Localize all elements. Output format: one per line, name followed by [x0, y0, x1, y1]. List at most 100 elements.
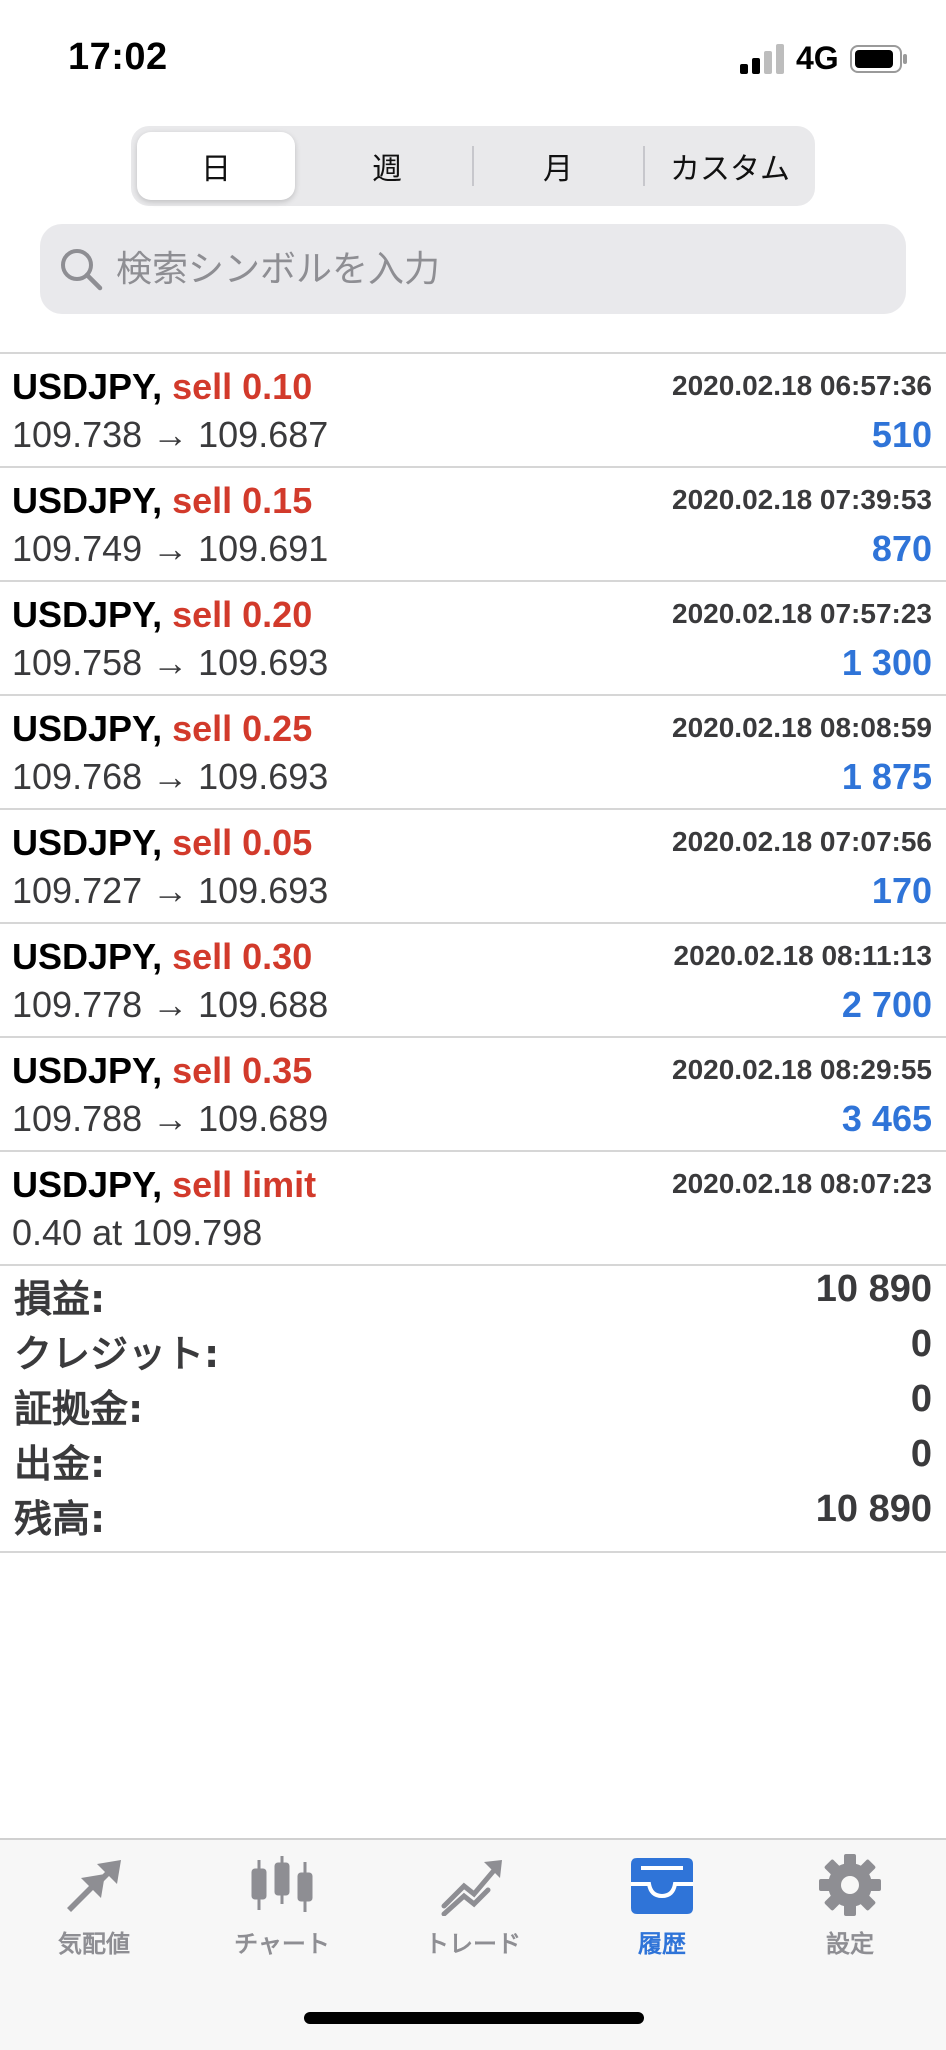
- status-time: 17:02: [68, 36, 168, 78]
- trade-symbol: USDJPY, sell 0.10: [12, 366, 312, 408]
- segment-divider: [643, 146, 645, 186]
- trade-symbol: USDJPY, sell 0.15: [12, 480, 312, 522]
- trade-profit: 1 300: [841, 642, 932, 683]
- trade-history-list: USDJPY, sell 0.10 2020.02.18 06:57:36 10…: [0, 352, 946, 1266]
- trade-row[interactable]: USDJPY, sell 0.30 2020.02.18 08:11:13 10…: [0, 924, 946, 1038]
- trade-time: 2020.02.18 08:08:59: [672, 712, 932, 743]
- trade-prices: 109.768 → 109.693: [12, 756, 329, 797]
- trade-prices: 109.749 → 109.691: [12, 528, 329, 569]
- trade-symbol: USDJPY, sell 0.05: [12, 822, 312, 864]
- trade-symbol: USDJPY, sell 0.25: [12, 708, 312, 750]
- trade-symbol: USDJPY, sell 0.35: [12, 1050, 312, 1092]
- summary-profit: 損益: 10 890: [0, 1262, 946, 1321]
- period-segmented-control: 日 週 月 カスタム: [131, 126, 815, 206]
- history-tray-icon: [631, 1858, 693, 1914]
- symbol-name: USDJPY,: [12, 708, 163, 749]
- quotes-icon: [67, 1860, 121, 1912]
- trade-time: 2020.02.18 08:07:23: [672, 1168, 932, 1199]
- summary-label: 損益:: [14, 1277, 106, 1321]
- tab-chart[interactable]: チャート: [202, 1854, 362, 1974]
- segment-divider: [472, 146, 474, 186]
- trade-prices: 109.778 → 109.688: [12, 984, 329, 1025]
- trade-side: sell 0.05: [172, 822, 313, 863]
- trade-side: sell 0.10: [172, 366, 313, 407]
- trade-side: sell 0.15: [172, 480, 313, 521]
- trade-time: 2020.02.18 08:11:13: [673, 940, 932, 971]
- trade-row[interactable]: USDJPY, sell 0.15 2020.02.18 07:39:53 10…: [0, 468, 946, 582]
- trade-side: sell limit: [172, 1164, 317, 1205]
- tab-quotes[interactable]: 気配値: [14, 1854, 174, 1974]
- order-volume-price: 0.40 at 109.798: [12, 1212, 263, 1253]
- tab-label: 気配値: [58, 1930, 130, 1958]
- summary-value: 0: [910, 1323, 932, 1365]
- trade-prices: 109.727 → 109.693: [12, 870, 329, 911]
- battery-icon: [850, 45, 907, 73]
- symbol-name: USDJPY,: [12, 1164, 163, 1205]
- trade-time: 2020.02.18 07:57:23: [672, 598, 932, 629]
- summary-withdrawal: 出金: 0: [0, 1427, 946, 1486]
- summary-value: 10 890: [815, 1488, 932, 1530]
- trade-side: sell 0.25: [172, 708, 313, 749]
- status-bar: 17:02 4G: [0, 0, 946, 110]
- summary-credit: クレジット: 0: [0, 1317, 946, 1376]
- trade-row[interactable]: USDJPY, sell 0.25 2020.02.18 08:08:59 10…: [0, 696, 946, 810]
- trade-prices: 109.738 → 109.687: [12, 414, 329, 455]
- tab-label: チャート: [234, 1930, 330, 1958]
- tab-day[interactable]: 日: [137, 132, 295, 200]
- trade-row[interactable]: USDJPY, sell 0.20 2020.02.18 07:57:23 10…: [0, 582, 946, 696]
- summary-balance: 残高: 10 890: [0, 1482, 946, 1541]
- tab-month[interactable]: 月: [479, 132, 637, 200]
- trade-prices: 109.758 → 109.693: [12, 642, 329, 683]
- trade-profit: 2 700: [841, 984, 932, 1025]
- summary-label: 出金:: [14, 1442, 106, 1486]
- trade-symbol: USDJPY, sell 0.20: [12, 594, 312, 636]
- summary-deposit: 証拠金: 0: [0, 1372, 946, 1431]
- symbol-name: USDJPY,: [12, 1050, 163, 1091]
- account-summary: 損益: 10 890 クレジット: 0 証拠金: 0 出金: 0 残高: 10 …: [0, 1262, 946, 1553]
- summary-label: クレジット:: [14, 1332, 220, 1376]
- trade-symbol: USDJPY, sell 0.30: [12, 936, 312, 978]
- network-type: 4G: [796, 40, 839, 76]
- trade-profit: 510: [871, 414, 932, 455]
- tab-history[interactable]: 履歴: [582, 1854, 742, 1974]
- summary-value: 0: [910, 1378, 932, 1420]
- trade-profit: 170: [871, 870, 932, 911]
- trade-profit: 870: [871, 528, 932, 569]
- search-input[interactable]: [114, 236, 878, 302]
- trade-row[interactable]: USDJPY, sell 0.05 2020.02.18 07:07:56 10…: [0, 810, 946, 924]
- search-icon: [61, 249, 103, 291]
- cellular-signal-icon: [740, 44, 784, 74]
- symbol-name: USDJPY,: [12, 366, 163, 407]
- tab-week[interactable]: 週: [308, 132, 466, 200]
- trade-row[interactable]: USDJPY, sell 0.10 2020.02.18 06:57:36 10…: [0, 354, 946, 468]
- candlestick-chart-icon: [251, 1856, 313, 1912]
- summary-label: 証拠金:: [14, 1387, 144, 1431]
- trade-symbol: USDJPY, sell limit: [12, 1164, 316, 1206]
- trade-time: 2020.02.18 07:07:56: [672, 826, 932, 857]
- trade-side: sell 0.30: [172, 936, 313, 977]
- trade-row[interactable]: USDJPY, sell 0.35 2020.02.18 08:29:55 10…: [0, 1038, 946, 1152]
- trade-side: sell 0.20: [172, 594, 313, 635]
- symbol-name: USDJPY,: [12, 480, 163, 521]
- tab-custom[interactable]: カスタム: [651, 132, 809, 200]
- tab-settings[interactable]: 設定: [770, 1854, 930, 1974]
- tab-label: トレード: [425, 1930, 521, 1958]
- symbol-name: USDJPY,: [12, 822, 163, 863]
- trade-profit: 3 465: [841, 1098, 932, 1139]
- trade-time: 2020.02.18 06:57:36: [672, 370, 932, 401]
- tab-label: 設定: [826, 1930, 874, 1958]
- trade-profit: 1 875: [841, 756, 932, 797]
- symbol-name: USDJPY,: [12, 594, 163, 635]
- trade-time: 2020.02.18 07:39:53: [672, 484, 932, 515]
- summary-value: 10 890: [815, 1268, 932, 1310]
- summary-label: 残高:: [14, 1497, 106, 1541]
- tab-trade[interactable]: トレード: [393, 1854, 553, 1974]
- tab-label: 履歴: [638, 1930, 686, 1958]
- order-row[interactable]: USDJPY, sell limit 2020.02.18 08:07:23 0…: [0, 1152, 946, 1266]
- summary-value: 0: [910, 1433, 932, 1475]
- home-indicator[interactable]: [304, 2012, 644, 2024]
- gear-icon: [819, 1854, 881, 1916]
- symbol-name: USDJPY,: [12, 936, 163, 977]
- search-bar: [40, 224, 906, 314]
- trade-side: sell 0.35: [172, 1050, 313, 1091]
